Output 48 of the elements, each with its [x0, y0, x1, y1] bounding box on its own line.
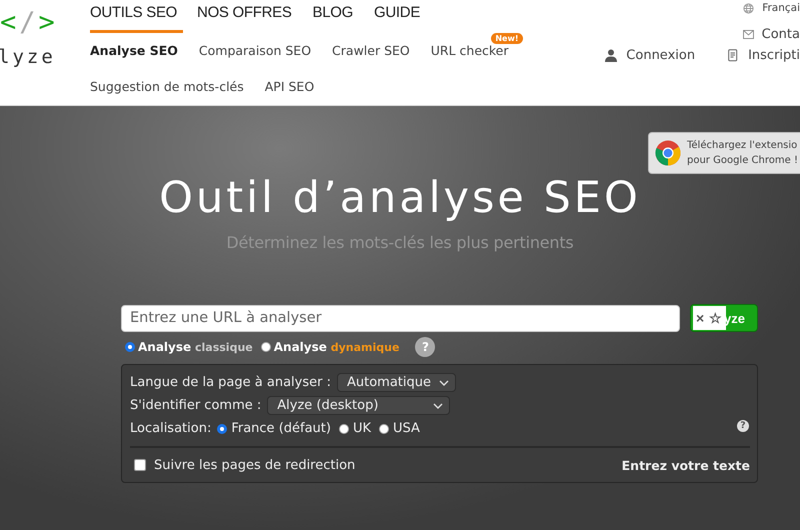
url-input-field[interactable]: Entrez une URL à analyser	[121, 304, 680, 332]
nav-tab[interactable]: OUTILS SEO	[90, 4, 184, 33]
extension-banner[interactable]: Téléchargez l'extensio pour Google Chrome !	[648, 132, 800, 174]
user-agent-select[interactable]: Alyze (desktop)	[267, 396, 450, 415]
radio-button[interactable]	[217, 424, 228, 434]
star-icon[interactable]: ☆	[709, 310, 722, 326]
field-label: Localisation:	[130, 421, 212, 436]
language-select[interactable]: Automatique	[336, 373, 456, 392]
circle-logo-icon	[655, 140, 681, 166]
radio-label[interactable]: USA	[393, 421, 420, 436]
chevron-down-icon	[438, 380, 449, 386]
checkbox-label[interactable]: Suivre les pages de redirection	[154, 458, 356, 472]
page-title: Outil d’analyse SEO	[159, 172, 641, 225]
contact-link[interactable]: Conta	[762, 27, 800, 42]
radio-label[interactable]: Analyse classique	[138, 340, 253, 354]
signup-link[interactable]: Inscripti	[748, 48, 800, 63]
help-button[interactable]: ?	[737, 420, 749, 432]
banner-text: Téléchargez l'extensio	[687, 139, 798, 153]
language-link[interactable]: Françai	[762, 2, 800, 14]
subnav-link[interactable]: Analyse SEO	[90, 43, 178, 59]
radio-button[interactable]	[379, 424, 390, 434]
radio-label[interactable]: UK	[352, 421, 372, 436]
new-badge: New!	[491, 33, 523, 44]
field-label: S'identifier comme :	[130, 398, 262, 413]
text-input-link[interactable]: Entrez votre texte	[622, 458, 750, 472]
radio-label[interactable]: Analyse dynamique	[274, 340, 400, 354]
nav-tab[interactable]: NOS OFFRES	[190, 4, 299, 33]
radio-button[interactable]	[125, 342, 135, 352]
field-label: Langue de la page à analyser :	[130, 375, 331, 390]
envelope-icon	[742, 30, 754, 39]
subnav-link[interactable]: API SEO	[264, 79, 314, 95]
close-icon[interactable]: ×	[696, 310, 704, 326]
nav-tab[interactable]: BLOG	[306, 4, 360, 33]
subnav-link[interactable]: Comparaison SEO	[198, 43, 312, 59]
radio-button[interactable]	[260, 342, 271, 352]
globe-icon	[743, 2, 754, 14]
document-icon	[728, 49, 740, 62]
subnav-link[interactable]: Suggestion de mots-clés	[90, 79, 244, 95]
nav-tab[interactable]: GUIDE	[367, 4, 428, 33]
login-link[interactable]: Connexion	[626, 48, 696, 63]
checkbox[interactable]	[134, 459, 146, 471]
chevron-down-icon	[433, 403, 444, 409]
radio-button[interactable]	[338, 424, 349, 434]
user-icon	[605, 49, 618, 62]
radio-label[interactable]: France (défaut)	[231, 421, 331, 436]
banner-text: pour Google Chrome !	[687, 154, 798, 168]
subnav-link[interactable]: Crawler SEO	[332, 43, 410, 59]
subnav-link[interactable]: URL checker	[430, 43, 509, 59]
